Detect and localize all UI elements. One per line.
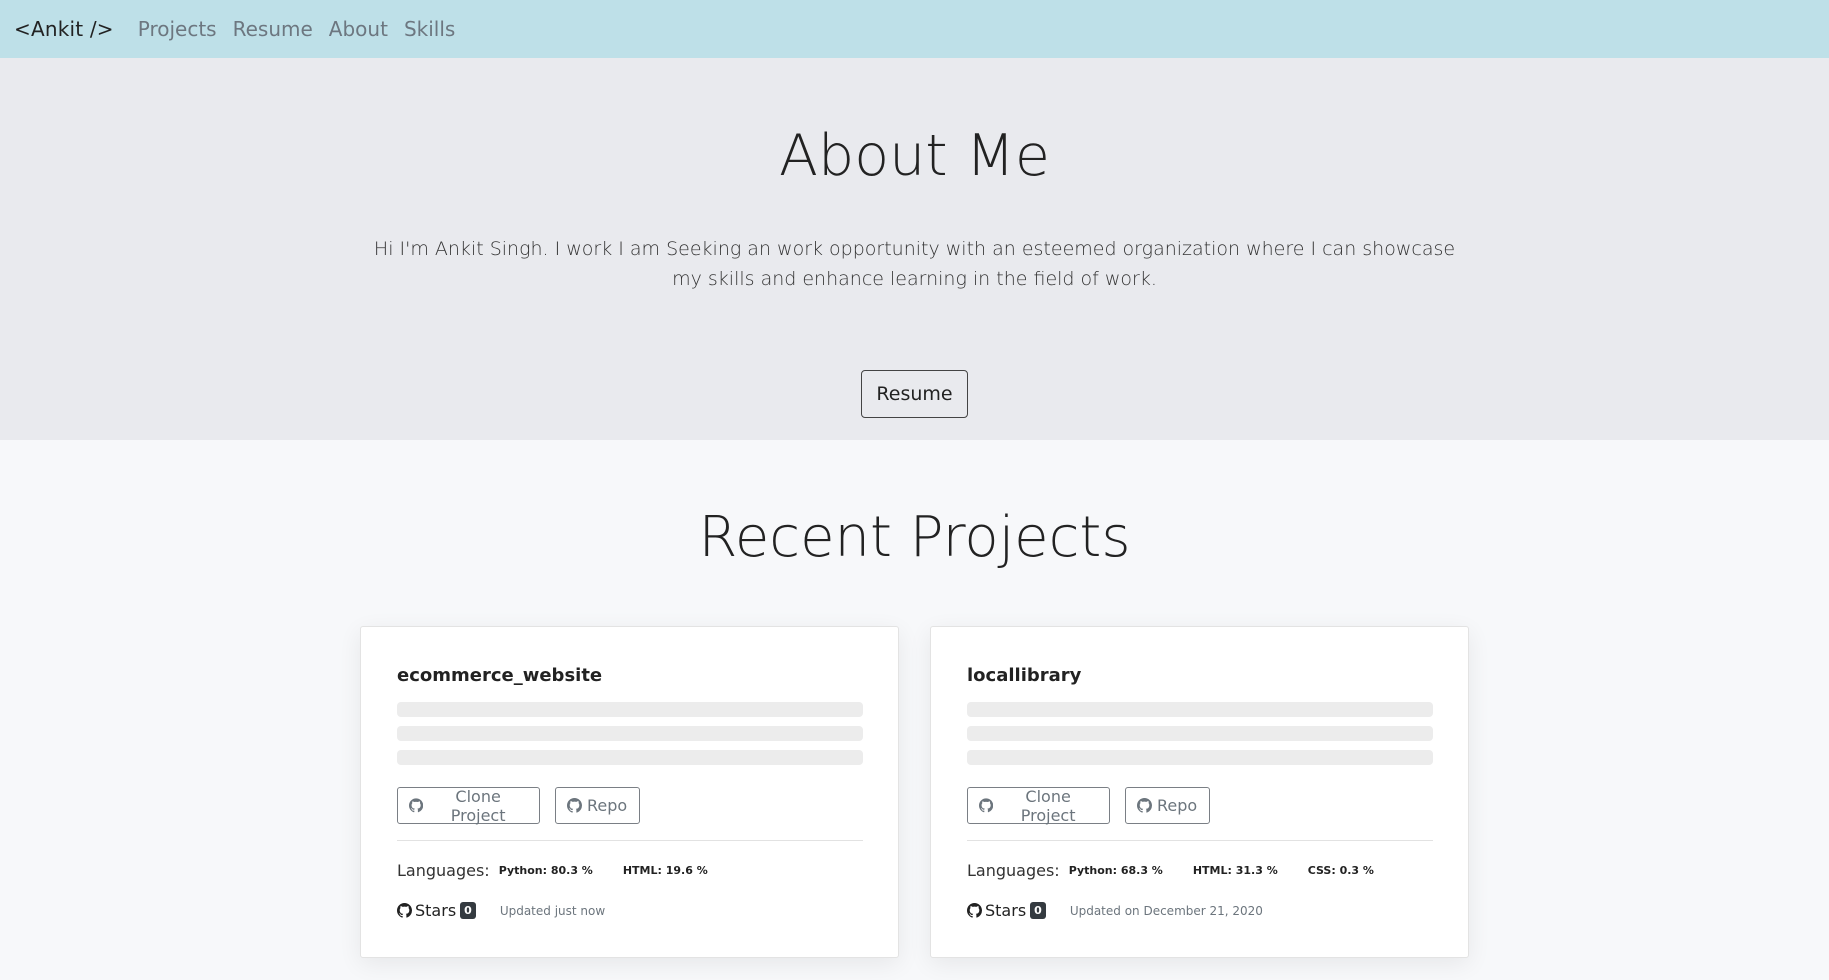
divider	[967, 840, 1433, 841]
skeleton-line	[967, 702, 1433, 717]
nav-link-projects[interactable]: Projects	[138, 17, 217, 41]
nav-link-about[interactable]: About	[329, 17, 388, 41]
about-text: Hi I'm Ankit Singh. I work I am Seeking …	[373, 238, 1456, 290]
divider	[397, 840, 863, 841]
stars-count-badge: 0	[1030, 902, 1046, 919]
github-icon	[967, 903, 982, 918]
project-card: ecommerce_website Clone Project Repo Lan…	[360, 626, 899, 958]
language-badge: CSS: 0.3 %	[1307, 864, 1374, 877]
brand-logo[interactable]: <Ankit />	[14, 17, 114, 41]
languages-row: Languages: Python: 68.3 % HTML: 31.3 % C…	[967, 861, 1404, 880]
stars-label: Stars	[415, 901, 457, 920]
updated-text: Updated on December 21, 2020	[1069, 903, 1263, 918]
projects-title: Recent Projects	[698, 505, 1131, 570]
skeleton-line	[967, 750, 1433, 765]
stars-row: Stars 0 Updated on December 21, 2020	[967, 901, 1263, 920]
languages-row: Languages: Python: 80.3 % HTML: 19.6 %	[397, 861, 738, 880]
skeleton-line	[967, 726, 1433, 741]
nav-link-skills[interactable]: Skills	[404, 17, 455, 41]
language-badge: HTML: 19.6 %	[622, 864, 708, 877]
github-icon	[979, 798, 994, 813]
repo-button[interactable]: Repo	[1125, 787, 1210, 824]
github-icon	[397, 903, 412, 918]
navbar: <Ankit /> Projects Resume About Skills	[0, 0, 1829, 58]
resume-button[interactable]: Resume	[861, 370, 968, 418]
updated-text: Updated just now	[499, 903, 606, 918]
github-icon	[567, 798, 582, 813]
language-badge: Python: 80.3 %	[498, 864, 593, 877]
skeleton-line	[397, 726, 863, 741]
project-card: locallibrary Clone Project Repo Language…	[930, 626, 1469, 958]
languages-label: Languages:	[397, 861, 490, 880]
language-badge: Python: 68.3 %	[1068, 864, 1163, 877]
project-name: ecommerce_website	[397, 665, 603, 686]
repo-label: Repo	[1157, 796, 1198, 815]
skeleton-line	[397, 702, 863, 717]
nav-link-resume[interactable]: Resume	[233, 17, 313, 41]
clone-project-button[interactable]: Clone Project	[397, 786, 540, 825]
clone-project-label: Clone Project	[450, 786, 506, 825]
about-section: About Me Hi I'm Ankit Singh. I work I am…	[0, 58, 1829, 440]
project-name: locallibrary	[967, 665, 1082, 686]
repo-label: Repo	[587, 796, 628, 815]
language-badge: HTML: 31.3 %	[1192, 864, 1278, 877]
about-title: About Me	[779, 123, 1050, 189]
clone-project-button[interactable]: Clone Project	[967, 786, 1110, 825]
stars-count-badge: 0	[460, 902, 476, 919]
github-icon	[1137, 798, 1152, 813]
skeleton-line	[397, 750, 863, 765]
clone-project-label: Clone Project	[1020, 786, 1076, 825]
stars-row: Stars 0 Updated just now	[397, 901, 605, 920]
repo-button[interactable]: Repo	[555, 787, 640, 824]
stars-label: Stars	[985, 901, 1027, 920]
github-icon	[409, 798, 424, 813]
languages-label: Languages:	[967, 861, 1060, 880]
